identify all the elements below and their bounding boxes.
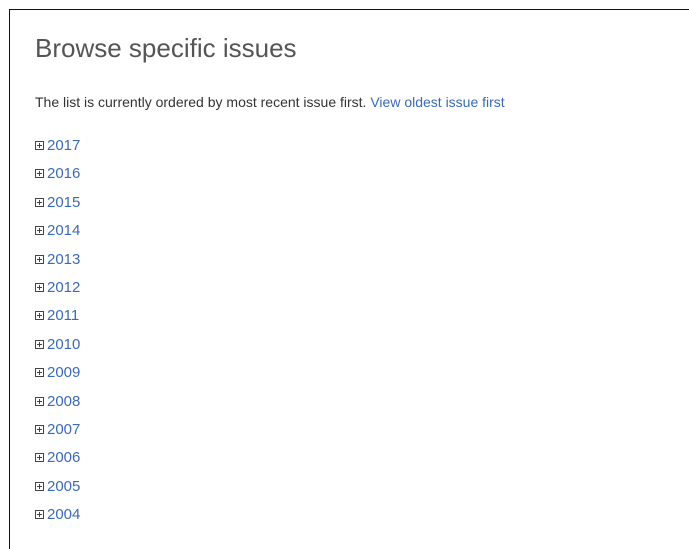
plus-square-icon[interactable] bbox=[35, 339, 44, 349]
year-link-2016[interactable]: 2016 bbox=[47, 165, 80, 183]
year-link-2012[interactable]: 2012 bbox=[47, 279, 80, 297]
year-item: 2007 bbox=[35, 421, 80, 449]
year-link-2005[interactable]: 2005 bbox=[47, 478, 80, 496]
view-oldest-first-link[interactable]: View oldest issue first bbox=[370, 94, 504, 110]
plus-square-icon[interactable] bbox=[35, 396, 44, 406]
plus-square-icon[interactable] bbox=[35, 311, 44, 321]
plus-square-icon[interactable] bbox=[35, 169, 44, 179]
plus-square-icon[interactable] bbox=[35, 510, 44, 520]
year-item: 2017 bbox=[35, 137, 80, 165]
year-list: 2017 2016 2015 2014 2013 2012 2011 2010 2009 2008… bbox=[35, 137, 80, 534]
plus-square-icon[interactable] bbox=[35, 453, 44, 463]
year-item: 2005 bbox=[35, 478, 80, 506]
year-link-2009[interactable]: 2009 bbox=[47, 364, 80, 382]
plus-square-icon[interactable] bbox=[35, 481, 44, 491]
year-item: 2011 bbox=[35, 307, 80, 335]
year-link-2011[interactable]: 2011 bbox=[47, 307, 79, 325]
year-item: 2016 bbox=[35, 165, 80, 193]
sort-order-notice: The list is currently ordered by most re… bbox=[35, 94, 505, 110]
plus-square-icon[interactable] bbox=[35, 368, 44, 378]
plus-square-icon[interactable] bbox=[35, 254, 44, 264]
year-link-2006[interactable]: 2006 bbox=[47, 449, 80, 467]
plus-square-icon[interactable] bbox=[35, 226, 44, 236]
year-link-2015[interactable]: 2015 bbox=[47, 194, 80, 212]
year-link-2014[interactable]: 2014 bbox=[47, 222, 80, 240]
year-link-2017[interactable]: 2017 bbox=[47, 137, 80, 155]
year-item: 2008 bbox=[35, 393, 80, 421]
year-link-2007[interactable]: 2007 bbox=[47, 421, 80, 439]
year-item: 2006 bbox=[35, 449, 80, 477]
sort-order-text: The list is currently ordered by most re… bbox=[35, 94, 367, 110]
year-item: 2014 bbox=[35, 222, 80, 250]
year-item: 2009 bbox=[35, 364, 80, 392]
plus-square-icon[interactable] bbox=[35, 424, 44, 434]
year-item: 2013 bbox=[35, 251, 80, 279]
year-item: 2012 bbox=[35, 279, 80, 307]
year-link-2008[interactable]: 2008 bbox=[47, 393, 80, 411]
year-item: 2004 bbox=[35, 506, 80, 534]
plus-square-icon[interactable] bbox=[35, 197, 44, 207]
plus-square-icon[interactable] bbox=[35, 282, 44, 292]
year-item: 2015 bbox=[35, 194, 80, 222]
year-link-2013[interactable]: 2013 bbox=[47, 251, 80, 269]
plus-square-icon[interactable] bbox=[35, 141, 44, 150]
page-title: Browse specific issues bbox=[35, 33, 297, 63]
year-link-2010[interactable]: 2010 bbox=[47, 336, 80, 354]
browse-issues-panel: Browse specific issues The list is curre… bbox=[9, 9, 689, 549]
year-link-2004[interactable]: 2004 bbox=[47, 506, 80, 524]
year-item: 2010 bbox=[35, 336, 80, 364]
